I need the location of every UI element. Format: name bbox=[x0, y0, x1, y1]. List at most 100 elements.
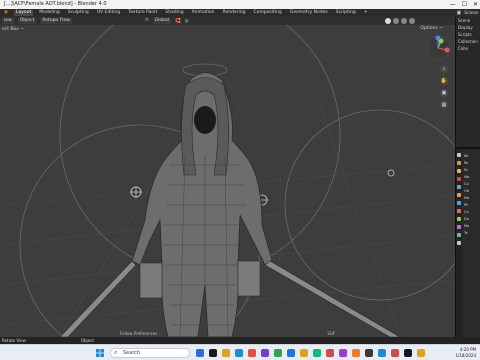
minimize-button[interactable]: — bbox=[450, 0, 456, 9]
property-row[interactable]: Ite bbox=[464, 153, 480, 160]
tab-shading[interactable]: Shading bbox=[163, 10, 185, 16]
property-row[interactable]: Sc bbox=[464, 167, 480, 174]
system-tray-clock[interactable]: 4:20 PM 1/18/2024 bbox=[455, 347, 476, 359]
outliner-row[interactable]: Colle bbox=[456, 45, 480, 52]
blender-taskbar-icon[interactable] bbox=[417, 349, 425, 357]
taskbar-app-icon[interactable] bbox=[404, 349, 412, 357]
tab-compositing[interactable]: Compositing bbox=[252, 10, 284, 16]
taskbar-app-icon[interactable] bbox=[209, 349, 217, 357]
pan-icon[interactable]: ✋ bbox=[440, 77, 448, 85]
taskbar-app-icon[interactable] bbox=[235, 349, 243, 357]
outliner-row[interactable]: Scripts bbox=[456, 31, 480, 38]
outliner-panel: Scene Display Scripts Collection Colle bbox=[455, 17, 480, 147]
camera-icon[interactable]: ▣ bbox=[440, 89, 448, 97]
character-mesh[interactable] bbox=[59, 72, 401, 338]
outliner-row[interactable]: Collection bbox=[456, 38, 480, 45]
suf-label[interactable]: SUF bbox=[327, 331, 335, 336]
taskbar-app-icon[interactable] bbox=[222, 349, 230, 357]
physics-tab-icon[interactable] bbox=[457, 217, 461, 221]
snap-icon[interactable]: 🧲 bbox=[175, 19, 181, 24]
taskbar-app-icon[interactable] bbox=[378, 349, 386, 357]
tab-scripting[interactable]: Scripting bbox=[334, 10, 358, 16]
scene-render bbox=[0, 25, 455, 337]
view-menu[interactable]: iew bbox=[2, 18, 14, 24]
navigation-gizmo[interactable] bbox=[425, 35, 451, 61]
property-row[interactable]: Ob bbox=[464, 188, 480, 195]
taskbar-apps bbox=[196, 349, 425, 357]
close-button[interactable]: ✕ bbox=[473, 0, 478, 9]
workspace-bar: ◉ Layout Modeling Sculpting UV Editing T… bbox=[0, 9, 480, 17]
tab-modeling[interactable]: Modeling bbox=[37, 10, 61, 16]
material-shading-icon[interactable] bbox=[401, 18, 407, 24]
particles-tab-icon[interactable] bbox=[457, 209, 461, 213]
scene-name[interactable]: Scene bbox=[464, 11, 478, 16]
object-menu[interactable]: Object bbox=[17, 18, 37, 24]
tab-rendering[interactable]: Rendering bbox=[221, 10, 248, 16]
taskbar-app-icon[interactable] bbox=[365, 349, 373, 357]
property-row[interactable]: Te bbox=[464, 230, 480, 237]
outliner-row[interactable]: Scene bbox=[456, 17, 480, 24]
taskbar-app-icon[interactable] bbox=[261, 349, 269, 357]
scene-icon[interactable]: ▣ bbox=[457, 10, 462, 16]
property-row[interactable]: Re bbox=[464, 160, 480, 167]
object-tab-icon[interactable] bbox=[457, 193, 461, 197]
clock-date: 1/18/2024 bbox=[455, 353, 476, 358]
viewport-nav-buttons: ⌕ ✋ ▣ ▦ bbox=[440, 65, 448, 109]
tab-geometry-nodes[interactable]: Geometry Nodes bbox=[288, 10, 330, 16]
viewport-footer: Follow Preferences SUF bbox=[120, 330, 455, 337]
perspective-toggle-icon[interactable]: ▦ bbox=[440, 101, 448, 109]
retopoflow-menu[interactable]: Retopo Flow bbox=[40, 18, 72, 24]
taskbar-search[interactable]: ⌕ Search bbox=[110, 348, 190, 358]
maximize-button[interactable]: ☐ bbox=[462, 0, 467, 9]
taskbar-app-icon[interactable] bbox=[248, 349, 256, 357]
windows-start-icon[interactable] bbox=[96, 349, 104, 357]
property-row[interactable]: Ph bbox=[464, 202, 480, 209]
tab-animation[interactable]: Animation bbox=[190, 10, 217, 16]
constraints-tab-icon[interactable] bbox=[457, 225, 461, 229]
property-row[interactable]: Wo bbox=[464, 174, 480, 181]
outliner-row[interactable]: Display bbox=[456, 24, 480, 31]
property-row[interactable]: Ma bbox=[464, 223, 480, 230]
scene-tab-icon[interactable] bbox=[457, 177, 461, 181]
taskbar-app-icon[interactable] bbox=[391, 349, 399, 357]
add-workspace-button[interactable]: + bbox=[362, 10, 370, 16]
transform-orientation-select[interactable]: Global bbox=[152, 18, 171, 24]
world-tab-icon[interactable] bbox=[457, 185, 461, 189]
taskbar-app-icon[interactable] bbox=[287, 349, 295, 357]
preferences-follow-label[interactable]: Follow Preferences bbox=[120, 331, 157, 336]
taskbar-app-icon[interactable] bbox=[352, 349, 360, 357]
wireframe-shading-icon[interactable] bbox=[385, 18, 391, 24]
shading-modes bbox=[385, 18, 415, 24]
window-titlebar: [...]\ACF\Female AOT.blend] - Blender 4.… bbox=[0, 0, 480, 9]
tool-tab-icon[interactable] bbox=[457, 153, 461, 157]
property-row[interactable]: Da bbox=[464, 216, 480, 223]
taskbar-app-icon[interactable] bbox=[274, 349, 282, 357]
tab-uv-editing[interactable]: UV Editing bbox=[95, 10, 122, 16]
taskbar-app-icon[interactable] bbox=[313, 349, 321, 357]
blender-logo-icon[interactable]: ◉ bbox=[2, 10, 10, 16]
taskbar-app-icon[interactable] bbox=[196, 349, 204, 357]
property-row[interactable]: Co bbox=[464, 181, 480, 188]
zoom-icon[interactable]: ⌕ bbox=[440, 65, 448, 73]
taskbar-app-icon[interactable] bbox=[339, 349, 347, 357]
properties-tabs bbox=[456, 149, 462, 337]
select-box-tool[interactable]: ect Box ~ bbox=[2, 27, 24, 32]
tab-sculpting[interactable]: Sculpting bbox=[66, 10, 91, 16]
property-row[interactable]: Mo bbox=[464, 195, 480, 202]
options-menu[interactable]: Options ~ bbox=[420, 25, 443, 33]
render-tab-icon[interactable] bbox=[457, 161, 461, 165]
modifier-tab-icon[interactable] bbox=[457, 201, 461, 205]
property-row[interactable]: Co bbox=[464, 209, 480, 216]
tab-layout[interactable]: Layout bbox=[13, 10, 34, 16]
output-tab-icon[interactable] bbox=[457, 169, 461, 173]
transform-orientation-icon[interactable]: ⤧ bbox=[145, 18, 149, 24]
3d-viewport[interactable]: ect Box ~ Options ~ ⌕ ✋ ▣ ▦ Follow Prefe… bbox=[0, 25, 455, 337]
solid-shading-icon[interactable] bbox=[393, 18, 399, 24]
material-tab-icon[interactable] bbox=[457, 241, 461, 245]
data-tab-icon[interactable] bbox=[457, 233, 461, 237]
taskbar-app-icon[interactable] bbox=[300, 349, 308, 357]
rendered-shading-icon[interactable] bbox=[409, 18, 415, 24]
taskbar-app-icon[interactable] bbox=[326, 349, 334, 357]
tab-texture-paint[interactable]: Texture Paint bbox=[126, 10, 159, 16]
proportional-edit-icon[interactable]: ◎ bbox=[185, 19, 189, 24]
